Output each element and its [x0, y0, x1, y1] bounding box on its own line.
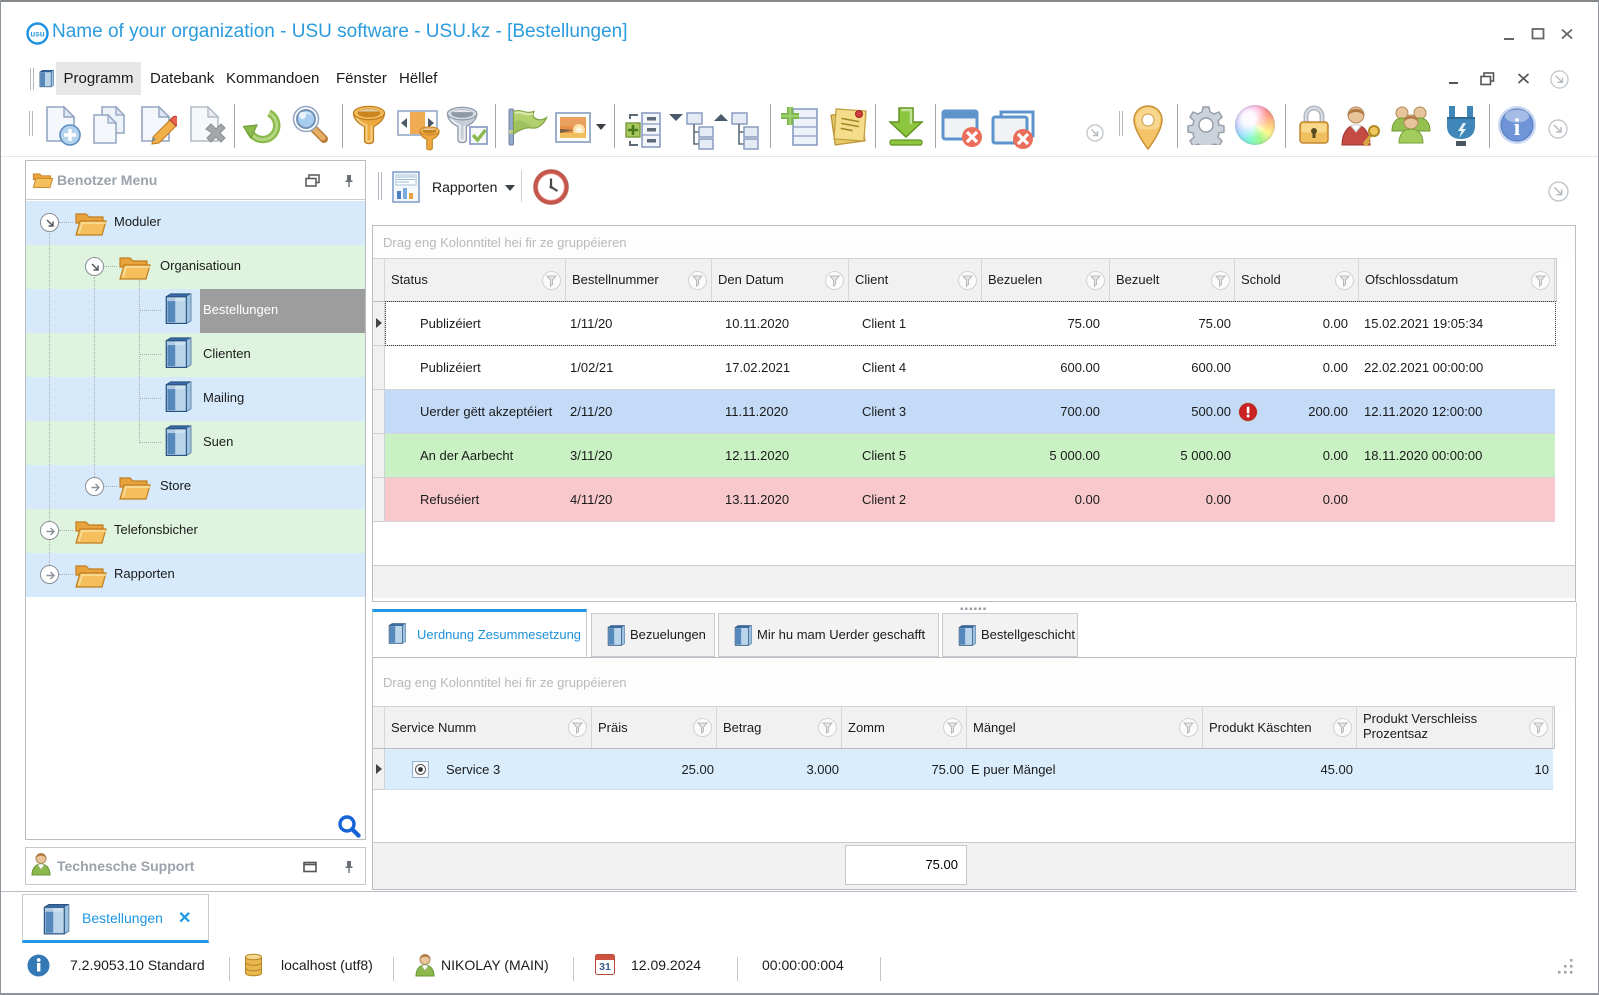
svg-text:31: 31 — [599, 961, 611, 973]
svg-text:usu: usu — [30, 30, 44, 39]
svg-text:i: i — [1514, 115, 1521, 141]
